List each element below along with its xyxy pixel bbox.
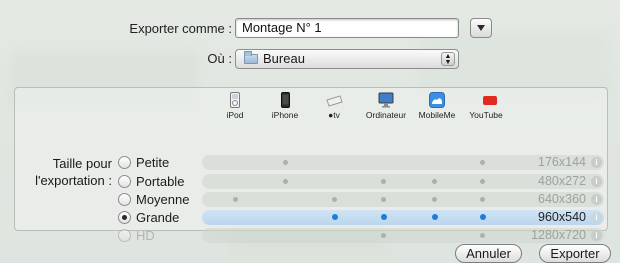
compat-dot (381, 179, 386, 184)
compat-dot (480, 197, 485, 202)
compat-dot (432, 214, 438, 220)
iphone-icon (280, 92, 290, 108)
disclosure-triangle-icon (477, 25, 485, 31)
compat-dot (480, 233, 485, 238)
device-label: iPhone (271, 110, 299, 120)
info-icon[interactable]: i (591, 230, 602, 241)
compat-dot (432, 197, 437, 202)
size-option-label: Moyenne (136, 192, 190, 207)
compat-dot (283, 160, 288, 165)
size-row-moyenne[interactable]: Moyenne 640x360 i (118, 191, 608, 208)
compat-dot (432, 179, 437, 184)
size-row-petite[interactable]: Petite 176x144 i (118, 154, 608, 171)
export-size-label: l'exportation : (35, 173, 112, 188)
device-column-appletv: ●tv (309, 92, 359, 120)
size-row-hd: HD 1280x720 i (118, 227, 608, 244)
export-size-label: Taille pour (52, 156, 112, 171)
device-column-youtube: YouTube (461, 92, 511, 120)
appletv-icon (326, 95, 343, 107)
compat-dot (381, 214, 387, 220)
resolution-label: 960x540 (538, 210, 586, 224)
size-option-label: Portable (136, 174, 185, 189)
cancel-button[interactable]: Annuler (455, 244, 522, 263)
size-row-grande[interactable]: Grande 960x540 i (118, 209, 608, 226)
size-option-label: Petite (136, 155, 170, 170)
resolution-label: 176x144 (538, 155, 586, 169)
where-popup[interactable]: Bureau ▲ ▼ (235, 49, 459, 69)
device-label: MobileMe (418, 110, 456, 120)
compat-dot (480, 179, 485, 184)
info-icon[interactable]: i (591, 176, 602, 187)
radio-button[interactable] (118, 193, 131, 206)
radio-button[interactable] (118, 156, 131, 169)
device-label: ●tv (328, 110, 340, 120)
compat-dot (381, 233, 386, 238)
size-option-label: Grande (136, 210, 180, 225)
device-label: Ordinateur (365, 110, 407, 120)
folder-icon (244, 51, 258, 64)
device-column-computer: Ordinateur (361, 92, 411, 120)
export-as-label: Exporter comme : (129, 21, 232, 36)
mobileme-icon (429, 92, 445, 108)
device-label: YouTube (469, 110, 503, 120)
export-button[interactable]: Exporter (539, 244, 611, 263)
device-column-iphone: iPhone (260, 92, 310, 120)
size-row-portable[interactable]: Portable 480x272 i (118, 173, 608, 190)
device-column-ipod: iPod (210, 92, 260, 120)
device-label: iPod (226, 110, 244, 120)
info-icon[interactable]: i (591, 157, 602, 168)
resolution-label: 480x272 (538, 174, 586, 188)
compat-dot (480, 214, 486, 220)
radio-button-disabled (118, 229, 131, 242)
resolution-label: 640x360 (538, 192, 586, 206)
compat-dot (480, 160, 485, 165)
export-name-field[interactable]: Montage N° 1 (235, 18, 459, 38)
radio-button-selected[interactable] (118, 211, 131, 224)
size-option-label: HD (136, 228, 155, 243)
where-value: Bureau (263, 51, 305, 66)
resolution-label: 1280x720 (531, 228, 586, 242)
compat-dot (332, 197, 337, 202)
where-label: Où : (207, 51, 232, 66)
compat-dot (332, 214, 338, 220)
compat-dot (283, 179, 288, 184)
info-icon[interactable]: i (591, 194, 602, 205)
device-column-mobileme: MobileMe (412, 92, 462, 120)
computer-icon (378, 92, 394, 108)
expand-button[interactable] (470, 18, 492, 38)
radio-button[interactable] (118, 175, 131, 188)
ipod-icon (230, 92, 240, 108)
compat-dot (233, 197, 238, 202)
youtube-icon (483, 96, 497, 105)
popup-arrows-icon: ▲ ▼ (441, 52, 455, 66)
compat-dot (381, 197, 386, 202)
info-icon[interactable]: i (591, 212, 602, 223)
